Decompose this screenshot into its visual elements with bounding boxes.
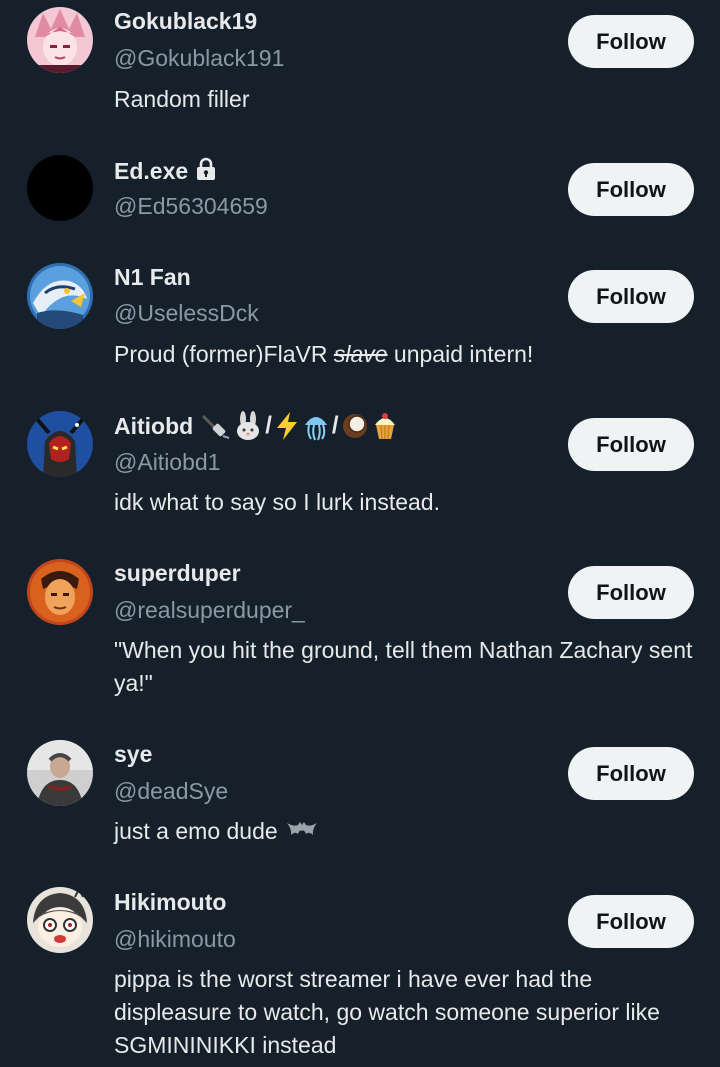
name-separator: / (331, 412, 339, 439)
user-bio: just a emo dude (114, 815, 704, 848)
lightning-icon (274, 411, 300, 441)
display-name[interactable]: Aitiobd (114, 413, 193, 440)
plug-icon (201, 412, 231, 440)
cupcake-icon (371, 411, 399, 441)
display-name[interactable]: superduper (114, 560, 241, 587)
display-name[interactable]: Hikimouto (114, 889, 226, 916)
avatar[interactable] (27, 887, 93, 953)
follow-button[interactable]: Follow (568, 15, 694, 68)
follow-button[interactable]: Follow (568, 566, 694, 619)
avatar[interactable] (27, 740, 93, 806)
bio-text: unpaid intern! (387, 341, 534, 367)
display-name[interactable]: N1 Fan (114, 264, 191, 291)
name-separator: / (265, 412, 272, 439)
follow-button[interactable]: Follow (568, 163, 694, 216)
bio-strikethrough-text: slave (333, 341, 388, 367)
avatar[interactable] (27, 559, 93, 625)
follow-button[interactable]: Follow (568, 747, 694, 800)
user-handle[interactable]: @Ed56304659 (114, 193, 268, 220)
display-name[interactable]: Ed.exe (114, 158, 188, 185)
avatar[interactable] (27, 155, 93, 221)
display-name[interactable]: sye (114, 741, 152, 768)
user-handle[interactable]: @realsuperduper_ (114, 597, 305, 624)
avatar[interactable] (27, 263, 93, 329)
user-bio: pippa is the worst streamer i have ever … (114, 966, 660, 1058)
follow-button[interactable]: Follow (568, 895, 694, 948)
name-emoji-strip: / / (201, 411, 398, 441)
avatar[interactable] (27, 411, 93, 477)
user-handle[interactable]: @Aitiobd1 (114, 449, 220, 476)
jellyfish-icon (302, 411, 330, 441)
user-handle[interactable]: @UselessDck (114, 300, 259, 327)
bat-icon (286, 815, 318, 848)
follow-button[interactable]: Follow (568, 270, 694, 323)
avatar[interactable] (27, 7, 93, 73)
coconut-icon (341, 412, 369, 440)
user-bio: idk what to say so I lurk instead. (114, 489, 440, 515)
user-handle[interactable]: @deadSye (114, 778, 228, 805)
user-handle[interactable]: @Gokublack191 (114, 45, 284, 72)
user-bio: Proud (former)FlaVR slave unpaid intern! (114, 338, 704, 371)
display-name[interactable]: Gokublack19 (114, 8, 257, 35)
user-bio: Random filler (114, 86, 250, 112)
follow-button[interactable]: Follow (568, 418, 694, 471)
bio-text: Proud (former)FlaVR (114, 341, 334, 367)
lock-icon (196, 157, 216, 186)
bio-text: just a emo dude (114, 818, 278, 844)
who-to-follow-list: Gokublack19 @Gokublack191 Random filler … (0, 0, 720, 1067)
user-bio: "When you hit the ground, tell them Nath… (114, 637, 693, 696)
user-handle[interactable]: @hikimouto (114, 926, 236, 953)
rabbit-icon (233, 411, 263, 441)
